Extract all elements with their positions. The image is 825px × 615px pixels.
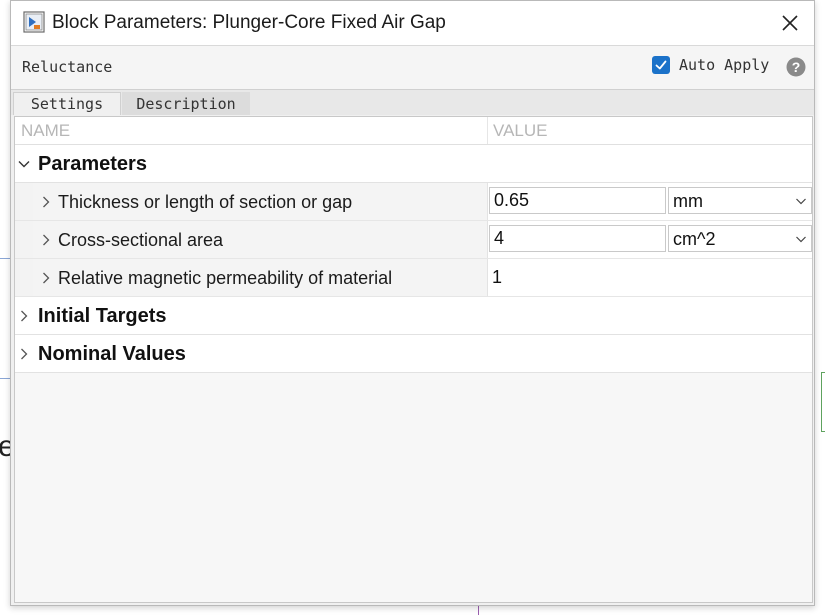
column-divider[interactable] — [487, 117, 488, 144]
close-icon — [782, 15, 798, 31]
block-parameters-dialog: Block Parameters: Plunger-Core Fixed Air… — [10, 0, 815, 606]
param-name-cell: Thickness or length of section or gap — [33, 183, 488, 220]
group-label: Nominal Values — [38, 343, 186, 365]
thickness-unit-select[interactable]: mm — [668, 187, 812, 214]
close-button[interactable] — [776, 9, 804, 37]
auto-apply-toggle[interactable]: Auto Apply — [652, 56, 769, 74]
chevron-right-icon[interactable] — [17, 309, 31, 323]
row-indent — [15, 259, 33, 296]
help-icon[interactable]: ? — [786, 57, 806, 77]
svg-text:?: ? — [792, 59, 801, 75]
area-unit-select[interactable]: cm^2 — [668, 225, 812, 252]
tab-settings[interactable]: Settings — [13, 92, 121, 115]
row-indent — [15, 221, 33, 258]
dropdown-caret-icon — [796, 236, 806, 243]
simulink-block-icon — [23, 11, 45, 33]
block-type-label: Reluctance — [22, 58, 113, 76]
chevron-right-icon[interactable] — [40, 271, 52, 285]
group-label: Parameters — [38, 153, 147, 175]
group-row-parameters[interactable]: Parameters — [15, 145, 812, 183]
param-label: Thickness or length of section or gap — [58, 192, 353, 212]
param-row-permeability: Relative magnetic permeability of materi… — [15, 259, 812, 297]
group-label: Initial Targets — [38, 305, 167, 327]
window-title: Block Parameters: Plunger-Core Fixed Air… — [52, 12, 446, 33]
param-name-cell: Cross-sectional area — [33, 221, 488, 258]
group-row-nominal-values[interactable]: Nominal Values — [15, 335, 812, 373]
thickness-value-input[interactable]: 0.65 — [489, 187, 666, 214]
group-row-initial-targets[interactable]: Initial Targets — [15, 297, 812, 335]
auto-apply-label: Auto Apply — [679, 56, 770, 74]
param-label: Relative magnetic permeability of materi… — [58, 268, 393, 288]
tab-description[interactable]: Description — [122, 92, 250, 115]
auto-apply-checkbox[interactable] — [652, 56, 670, 74]
area-value-input[interactable]: 4 — [489, 225, 666, 252]
chevron-right-icon[interactable] — [40, 233, 52, 247]
parameters-panel: NAME VALUE Parameters Thickness or lengt… — [14, 116, 813, 603]
column-header-name: NAME — [21, 121, 71, 140]
chevron-right-icon[interactable] — [17, 347, 31, 361]
chevron-right-icon[interactable] — [40, 195, 52, 209]
row-indent — [15, 183, 33, 220]
param-name-cell: Relative magnetic permeability of materi… — [33, 259, 488, 296]
table-header: NAME VALUE — [15, 117, 812, 145]
tab-strip: Settings Description — [11, 90, 814, 115]
chevron-down-icon[interactable] — [17, 157, 31, 171]
permeability-value[interactable]: 1 — [492, 267, 502, 288]
title-bar[interactable]: Block Parameters: Plunger-Core Fixed Air… — [11, 1, 814, 46]
dropdown-caret-icon — [796, 198, 806, 205]
unit-text: cm^2 — [673, 229, 716, 249]
param-label: Cross-sectional area — [58, 230, 224, 250]
param-row-area: Cross-sectional area 4 cm^2 — [15, 221, 812, 259]
unit-text: mm — [673, 191, 703, 211]
column-header-value: VALUE — [493, 121, 548, 140]
param-row-thickness: Thickness or length of section or gap 0.… — [15, 183, 812, 221]
checkmark-icon — [655, 60, 667, 70]
block-toolbar: Reluctance Auto Apply ? — [11, 46, 814, 90]
background-block-edge — [821, 372, 825, 432]
